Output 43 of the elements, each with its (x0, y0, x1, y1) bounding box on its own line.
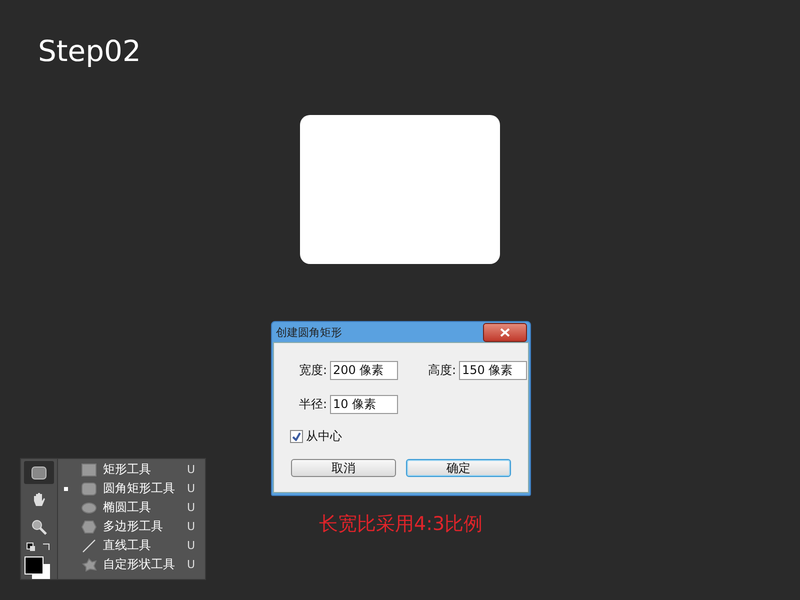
rounded-rectangle-icon (81, 482, 97, 496)
hexagon-icon (81, 520, 97, 534)
rectangle-icon (81, 462, 97, 476)
tool-menu-item[interactable]: 自定形状工具 U (58, 555, 205, 574)
step-title: Step02 (38, 34, 141, 68)
close-button[interactable] (483, 322, 527, 342)
tool-label: 圆角矩形工具 (103, 480, 176, 497)
field-label: 宽度: (298, 362, 327, 379)
ellipse-icon (81, 500, 97, 514)
tool-label: 矩形工具 (103, 461, 152, 478)
tool-menu-item[interactable]: 圆角矩形工具 U (58, 479, 205, 498)
line-icon (81, 538, 97, 552)
tool-menu-item[interactable]: 直线工具 U (58, 536, 205, 555)
tool-label: 直线工具 (103, 537, 152, 554)
input-field[interactable]: 10 像素 (330, 395, 398, 414)
checkbox-label: 从中心 (306, 428, 342, 445)
magnifier-icon (31, 518, 47, 535)
shortcut-key: U (187, 501, 205, 514)
tool-label: 多边形工具 (103, 518, 164, 535)
tool-menu-item[interactable]: 矩形工具 U (58, 460, 205, 479)
shortcut-key: U (187, 539, 205, 552)
tool-menu-item[interactable]: 多边形工具 U (58, 517, 205, 536)
rounded-rectangle-icon (31, 466, 47, 480)
tool-label: 椭圆工具 (103, 499, 152, 516)
dialog-title: 创建圆角矩形 (276, 324, 342, 340)
field-label: 高度: (426, 362, 456, 379)
shortcut-key: U (187, 482, 205, 495)
checkbox[interactable] (290, 430, 303, 443)
shortcut-key: U (187, 463, 205, 476)
tool-label: 自定形状工具 (103, 556, 176, 573)
hand-icon (31, 492, 47, 508)
shortcut-key: U (187, 558, 205, 571)
input-field[interactable]: 150 像素 (459, 361, 527, 380)
dialog-button[interactable]: 确定 (406, 459, 511, 477)
close-icon (500, 328, 510, 336)
shape-tool-button[interactable] (24, 461, 54, 484)
shortcut-key: U (187, 520, 205, 533)
dialog-button[interactable]: 取消 (291, 459, 396, 477)
check-icon (292, 432, 301, 441)
input-field[interactable]: 200 像素 (330, 361, 398, 380)
tool-menu-item[interactable]: 椭圆工具 U (58, 498, 205, 517)
field-label: 半径: (298, 396, 327, 413)
caption-text: 长宽比采用4:3比例 (319, 512, 483, 537)
